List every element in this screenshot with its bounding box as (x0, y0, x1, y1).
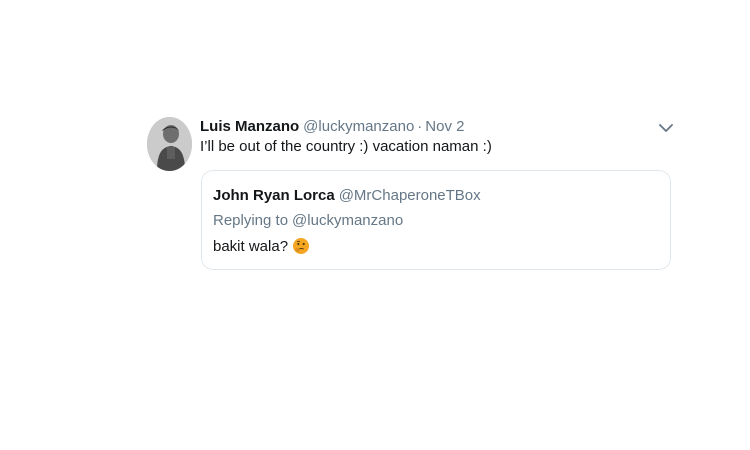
tweet-date[interactable]: Nov 2 (425, 118, 464, 135)
quoted-tweet[interactable]: John Ryan Lorca @MrChaperoneTBox Replying… (201, 170, 671, 270)
replying-to-mention: @luckymanzano (292, 212, 404, 229)
separator-dot: · (417, 118, 423, 135)
quoted-author-handle: @MrChaperoneTBox (338, 187, 481, 204)
author-handle[interactable]: @luckymanzano (303, 118, 414, 135)
replying-to-label: Replying to (213, 212, 289, 229)
author-name[interactable]: Luis Manzano (200, 118, 299, 135)
thinking-face-emoji-icon (292, 237, 310, 255)
tweet[interactable]: Luis Manzano @luckymanzano · Nov 2 I’ll be … (146, 114, 686, 284)
replying-to: Replying to @luckymanzano (213, 211, 403, 231)
avatar[interactable] (147, 117, 192, 171)
quoted-tweet-text: bakit wala? (213, 238, 289, 255)
tweet-text: I’ll be out of the country :) vacation n… (200, 138, 492, 155)
quoted-tweet-header: John Ryan Lorca @MrChaperoneTBox (213, 186, 481, 206)
avatar-photo (147, 117, 192, 171)
quoted-tweet-text-row: bakit wala? (213, 237, 310, 257)
tweet-header: Luis Manzano @luckymanzano · Nov 2 (200, 117, 464, 137)
page: Luis Manzano @luckymanzano · Nov 2 I’ll be … (0, 0, 750, 450)
quoted-author-name: John Ryan Lorca (213, 187, 335, 204)
chevron-down-icon[interactable] (656, 118, 676, 138)
